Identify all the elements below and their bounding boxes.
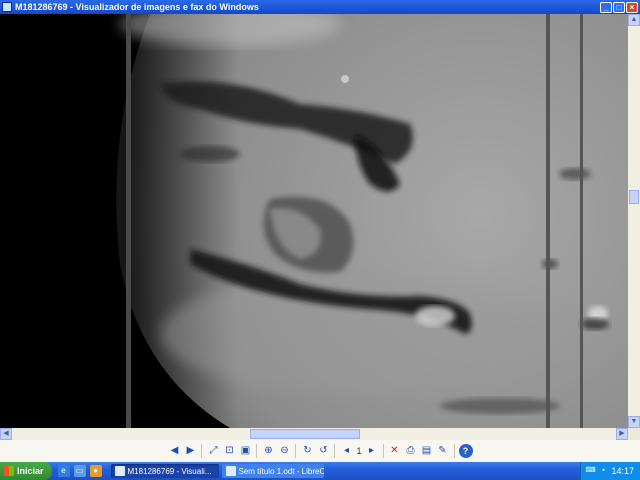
quick-launch: e ▭ ● [56,465,104,477]
image-viewer-icon [2,2,12,12]
system-tray: ⌨ ▪ 14:17 [580,462,640,480]
save-icon: ▤ [421,445,432,456]
toolbar-separator [256,444,258,458]
desktop-icon[interactable]: ▭ [73,465,86,477]
next-page-button[interactable]: ▸ [365,444,379,458]
vertical-scrollbar[interactable]: ▲ ▼ [628,14,640,428]
delete-icon: ✕ [390,445,399,456]
taskbar-item-image-viewer[interactable]: M181286769 - Visuali... [110,464,219,478]
zoom-in-button[interactable]: ⊕ [261,444,275,458]
scroll-right-button[interactable]: ▶ [616,428,628,440]
slideshow-icon: ▣ [240,445,251,456]
language-icon[interactable]: ⌨ [585,466,595,476]
horizontal-scroll-thumb[interactable] [250,429,360,439]
start-button[interactable]: Iniciar [0,462,52,480]
vertical-scroll-thumb[interactable] [629,190,639,204]
zoom-in-icon: ⊕ [264,445,273,456]
toolbar-separator [382,444,384,458]
edit-button[interactable]: ✎ [436,444,450,458]
print-icon: ⎙ [406,445,415,456]
rotate-counterclockwise-button[interactable]: ↺ [316,444,330,458]
close-icon: × [629,2,635,12]
toolbar-separator [453,444,455,458]
writer-icon [225,466,236,476]
slideshow-button[interactable]: ▣ [238,444,252,458]
print-button[interactable]: ⎙ [404,444,418,458]
task-label: Sem título 1.odt - LibreO... [238,466,324,476]
lunar-surface-image [0,14,628,428]
arrow-left-icon: ◀ [3,430,9,437]
rotate-counterclockwise-icon: ↺ [319,445,328,456]
previous-image-button[interactable]: ◀ [167,444,181,458]
toolbar-separator [334,444,336,458]
media-icon[interactable]: ● [89,465,102,477]
arrow-down-icon: ▼ [630,418,638,425]
actual-size-button[interactable]: ⊡ [222,444,236,458]
page-prev-icon: ◂ [343,445,349,456]
clock: 14:17 [611,466,634,476]
horizontal-scrollbar[interactable]: ◀ ▶ [0,428,628,440]
image-canvas[interactable] [0,14,628,428]
title-bar[interactable]: M181286769 - Visualizador de imagens e f… [0,0,640,14]
arrow-right-icon: ▶ [619,430,625,437]
image-viewer-icon [114,466,125,476]
page-number: 1 [356,446,362,456]
arrow-up-icon: ▲ [630,16,638,23]
toolbar-separator [201,444,203,458]
save-button[interactable]: ▤ [420,444,434,458]
task-label: M181286769 - Visuali... [127,466,212,476]
toolbar-separator [295,444,297,458]
next-image-button[interactable]: ▶ [183,444,197,458]
window-title: M181286769 - Visualizador de imagens e f… [15,2,259,12]
maximize-button[interactable]: □ [613,1,625,13]
ie-icon[interactable]: e [57,465,70,477]
scroll-corner [628,428,640,440]
actual-size-icon: ⊡ [225,445,234,456]
taskbar: Iniciar e ▭ ● M181286769 - Visuali... Se… [0,462,640,480]
help-button[interactable]: ? [458,444,473,458]
delete-button[interactable]: ✕ [388,444,402,458]
maximize-icon: □ [616,2,622,12]
zoom-out-button[interactable]: ⊖ [277,444,291,458]
scroll-down-button[interactable]: ▼ [628,416,640,428]
scroll-left-button[interactable]: ◀ [0,428,12,440]
minimize-button[interactable]: _ [600,1,612,13]
scroll-up-button[interactable]: ▲ [628,14,640,26]
close-button[interactable]: × [626,1,638,13]
page-next-icon: ▸ [368,445,375,456]
windows-logo-icon [4,466,14,476]
minimize-icon: _ [603,2,609,12]
rotate-clockwise-icon: ↻ [303,445,312,456]
best-fit-button[interactable]: ⤢ [206,444,220,458]
network-icon[interactable]: ▪ [598,466,608,476]
zoom-out-icon: ⊖ [280,445,289,456]
best-fit-icon: ⤢ [209,445,218,456]
help-icon: ? [462,446,469,456]
previous-page-button[interactable]: ◂ [339,444,353,458]
edit-icon: ✎ [438,445,447,456]
previous-icon: ◀ [170,445,179,456]
start-label: Iniciar [17,466,44,476]
next-icon: ▶ [186,445,195,456]
viewer-toolbar: ◀ ▶ ⤢ ⊡ ▣ ⊕ ⊖ ↻ ↺ ◂ 1 ▸ ✕ ⎙ ▤ ✎ ? [0,440,640,462]
taskbar-item-writer[interactable]: Sem título 1.odt - LibreO... [221,464,324,478]
rotate-clockwise-button[interactable]: ↻ [300,444,314,458]
